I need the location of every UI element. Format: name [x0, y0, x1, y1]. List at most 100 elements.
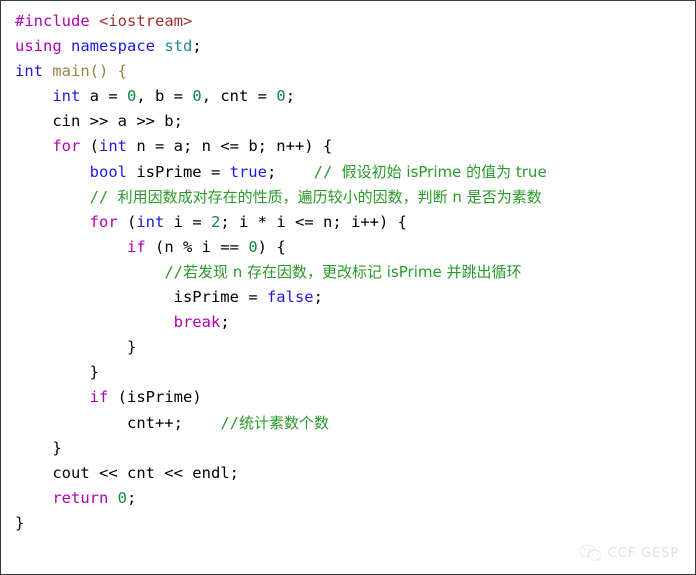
token-int-type: int [15, 62, 43, 81]
token-number: 0 [117, 488, 128, 507]
code-line: // 利用因数成对存在的性质，遍历较小的因数，判断 n 是否为素数 [15, 185, 691, 210]
code-line: } [15, 335, 691, 360]
code-line: cin >> a >> b; [15, 109, 691, 134]
token-close-brace: } [15, 513, 25, 532]
token-number: 0 [127, 87, 137, 106]
code-line: bool isPrime = true; // 假设初始 isPrime 的值为… [15, 160, 691, 185]
token-gap [183, 414, 220, 432]
code-line: int main() { [15, 59, 691, 84]
token-plain: (n % i == [145, 237, 249, 256]
code-line: isPrime = false; [15, 285, 691, 310]
token-semicolon: ; [220, 313, 230, 332]
code-line: using namespace std; [15, 34, 691, 59]
token-comment-marker: // [313, 162, 342, 181]
token-plain: ) { [257, 237, 286, 256]
token-semicolon: ; [192, 37, 202, 56]
token-comment-marker: // [220, 413, 239, 432]
token-cout-statement: cout << cnt << endl; [52, 463, 239, 482]
code-line: int a = 0, b = 0, cnt = 0; [15, 84, 691, 109]
token-for-keyword: for [89, 212, 118, 231]
code-line: } [15, 360, 691, 385]
token-false-literal: false [266, 288, 314, 307]
token-int-type: int [52, 87, 81, 106]
token-include-header: <iostream> [99, 12, 193, 30]
token-int-type: int [99, 137, 127, 156]
token-number: 2 [211, 212, 221, 231]
token-main-function: main() { [52, 62, 127, 81]
token-number: 0 [192, 87, 202, 106]
token-include-directive: #include [15, 12, 90, 30]
token-bool-type: bool [89, 162, 127, 181]
code-line: cnt++; //统计素数个数 [15, 411, 691, 436]
token-close-brace: } [89, 363, 99, 382]
code-line: return 0; [15, 486, 691, 511]
token-semicolon: ; [266, 162, 277, 181]
token-plain: ( [80, 137, 99, 156]
token-close-brace: } [52, 438, 62, 457]
code-line: for (int i = 2; i * i <= n; i++) { [15, 210, 691, 235]
token-gap [276, 163, 313, 181]
token-number: 0 [276, 87, 286, 106]
token-std-identifier: std [164, 37, 193, 56]
watermark: CCF GESP [579, 544, 679, 562]
token-for-keyword: for [52, 137, 81, 156]
code-line: if (n % i == 0) { [15, 235, 691, 260]
token-if-keyword: if [89, 388, 109, 407]
token-plain: ; i * i <= n; i++) { [220, 212, 407, 231]
token-number: 0 [248, 237, 258, 256]
token-plain: , cnt = [201, 87, 277, 106]
token-plain: i = [164, 212, 211, 231]
token-plain: , b = [136, 87, 193, 106]
token-break-keyword: break [173, 313, 221, 332]
token-true-literal: true [229, 162, 267, 181]
token-plain: n = a; n <= b; n++) { [127, 137, 333, 156]
token-cin-statement: cin >> a >> b; [52, 112, 183, 131]
token-plain: isPrime = [126, 162, 230, 181]
code-line: break; [15, 310, 691, 335]
watermark-label: CCF GESP [607, 545, 679, 561]
token-close-brace: } [126, 338, 137, 357]
token-plain: (isPrime) [108, 388, 202, 407]
token-semicolon: ; [127, 488, 137, 507]
token-comment-text: 若发现 n 存在因数，更改标记 isPrime 并跳出循环 [182, 262, 522, 281]
token-plain: a = [80, 87, 127, 106]
token-comment-text: 统计素数个数 [238, 413, 329, 432]
token-plain: ( [117, 212, 137, 231]
code-line: if (isPrime) [15, 385, 691, 410]
code-line: } [15, 511, 691, 536]
code-snippet-card: #include <iostream> using namespace std; i… [0, 0, 696, 575]
token-comment-text: 假设初始 isPrime 的值为 true [341, 162, 547, 181]
token-using-keyword: using [15, 37, 62, 56]
code-line: for (int n = a; n <= b; n++) { [15, 134, 691, 159]
token-semicolon: ; [285, 87, 296, 106]
wechat-icon [579, 544, 601, 562]
code-line: cout << cnt << endl; [15, 461, 691, 486]
code-line: } [15, 436, 691, 461]
code-line: //若发现 n 存在因数，更改标记 isPrime 并跳出循环 [15, 260, 691, 285]
source-code-block: #include <iostream> using namespace std; i… [15, 9, 691, 536]
token-int-type: int [136, 212, 165, 231]
token-plain: isPrime = [173, 288, 267, 307]
token-increment-statement: cnt++; [126, 413, 183, 432]
token-namespace-keyword: namespace [71, 37, 156, 56]
